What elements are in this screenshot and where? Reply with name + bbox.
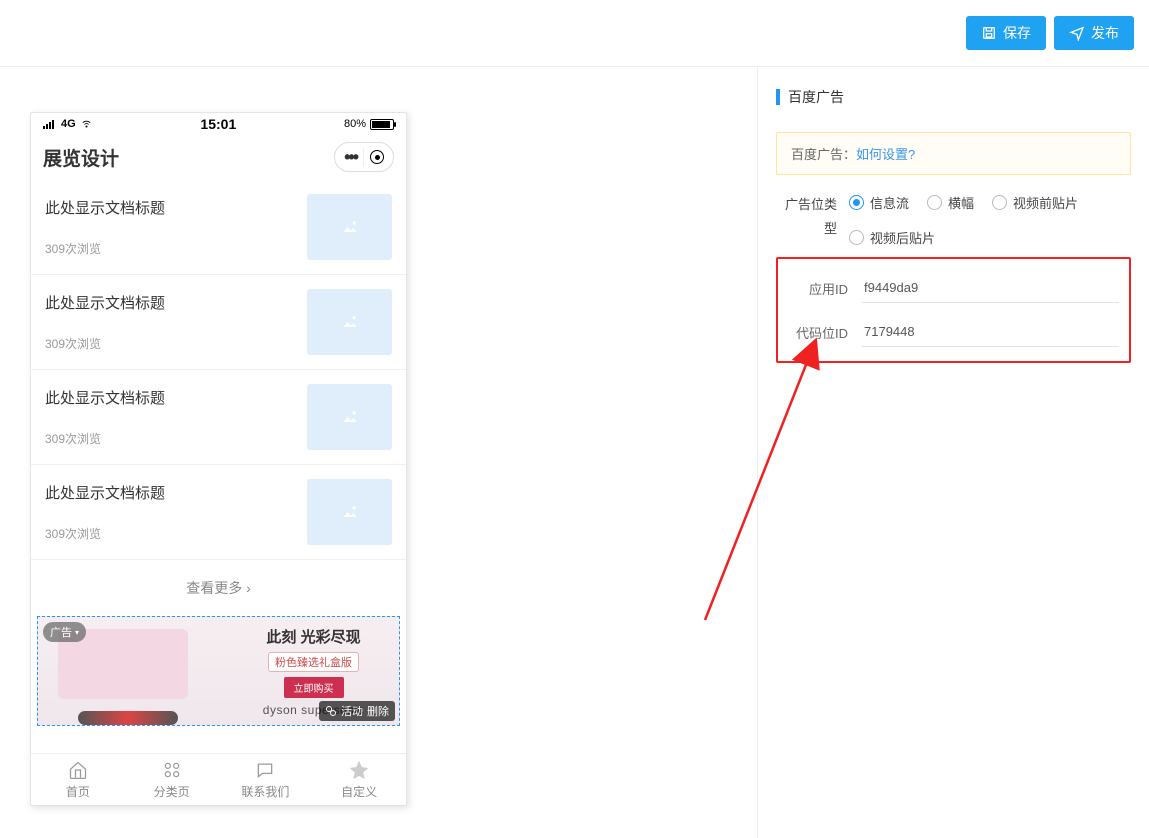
top-toolbar: 保存 发布 xyxy=(0,0,1149,67)
chevron-right-icon: › xyxy=(246,580,251,596)
send-icon xyxy=(1069,25,1085,41)
ad-block[interactable]: 广告▾ 此刻 光彩尽现 粉色臻选礼盒版 立即购买 dyson xyxy=(37,616,400,726)
radio-feed[interactable]: 信息流 xyxy=(849,193,909,212)
image-placeholder-icon xyxy=(307,194,392,260)
item-views: 309次浏览 xyxy=(45,525,293,542)
ad-type-field: 广告位类型 信息流 横幅 视频前贴片 视频后贴片 xyxy=(776,193,1131,247)
ad-cta: 立即购买 xyxy=(284,677,344,698)
tab-label: 联系我们 xyxy=(241,783,289,800)
image-placeholder-icon xyxy=(307,479,392,545)
activity-label: 活动 xyxy=(341,703,363,719)
chevron-down-icon: ▾ xyxy=(75,628,79,637)
radio-icon xyxy=(992,195,1007,210)
list-item[interactable]: 此处显示文档标题 309次浏览 xyxy=(31,369,406,464)
product-image-2 xyxy=(78,711,178,725)
chat-icon xyxy=(255,760,275,780)
tab-contact[interactable]: 联系我们 xyxy=(219,754,313,805)
item-views: 309次浏览 xyxy=(45,430,293,447)
app-id-input[interactable] xyxy=(862,273,1119,303)
phone-preview: 4G 15:01 80% 展览设计 ••• xyxy=(30,112,407,806)
radio-postroll[interactable]: 视频后贴片 xyxy=(849,228,935,247)
save-button-label: 保存 xyxy=(1003,23,1031,43)
phone-titlebar: 展览设计 ••• xyxy=(31,135,406,179)
save-button[interactable]: 保存 xyxy=(966,16,1046,50)
battery-icon xyxy=(370,119,394,130)
slot-id-input[interactable] xyxy=(862,317,1119,347)
view-more-button[interactable]: 查看更多 › xyxy=(31,559,406,616)
how-to-link[interactable]: 如何设置? xyxy=(856,147,915,162)
item-title: 此处显示文档标题 xyxy=(45,482,293,503)
publish-button-label: 发布 xyxy=(1091,23,1119,43)
signal-label: 4G xyxy=(61,118,76,130)
home-icon xyxy=(68,760,88,780)
tab-home[interactable]: 首页 xyxy=(31,754,125,805)
view-more-label: 查看更多 xyxy=(186,580,242,596)
preview-area: 4G 15:01 80% 展览设计 ••• xyxy=(0,67,757,838)
list-item[interactable]: 此处显示文档标题 309次浏览 xyxy=(31,464,406,559)
radio-icon xyxy=(849,230,864,245)
tip-prefix: 百度广告： xyxy=(791,147,856,162)
tab-label: 自定义 xyxy=(341,783,377,800)
item-title: 此处显示文档标题 xyxy=(45,197,293,218)
app-id-label: 应用ID xyxy=(788,279,862,298)
tab-label: 首页 xyxy=(66,783,90,800)
item-title: 此处显示文档标题 xyxy=(45,387,293,408)
highlight-box: 应用ID 代码位ID xyxy=(776,257,1131,363)
radio-label: 视频后贴片 xyxy=(870,228,935,247)
slot-id-label: 代码位ID xyxy=(788,323,862,342)
list-item[interactable]: 此处显示文档标题 309次浏览 xyxy=(31,274,406,369)
tip-box: 百度广告：如何设置? xyxy=(776,132,1131,175)
radio-preroll[interactable]: 视频前贴片 xyxy=(992,193,1078,212)
ad-badge: 广告▾ xyxy=(43,622,86,642)
more-icon: ••• xyxy=(344,148,357,166)
radio-label: 横幅 xyxy=(948,193,974,212)
ad-subtitle: 粉色臻选礼盒版 xyxy=(268,652,359,672)
delete-button[interactable]: 活动删除 xyxy=(319,701,395,721)
miniprogram-icon xyxy=(325,705,337,717)
item-views: 309次浏览 xyxy=(45,240,293,257)
phone-status-bar: 4G 15:01 80% xyxy=(31,113,406,135)
image-placeholder-icon xyxy=(307,384,392,450)
list-item[interactable]: 此处显示文档标题 309次浏览 xyxy=(31,179,406,274)
star-icon xyxy=(349,760,369,780)
target-icon xyxy=(370,150,384,164)
document-list: 此处显示文档标题 309次浏览 此处显示文档标题 309次浏览 xyxy=(31,179,406,753)
battery-label: 80% xyxy=(344,118,366,130)
tab-label: 分类页 xyxy=(154,783,190,800)
tab-custom[interactable]: 自定义 xyxy=(312,754,406,805)
tab-category[interactable]: 分类页 xyxy=(125,754,219,805)
radio-banner[interactable]: 横幅 xyxy=(927,193,974,212)
settings-panel: 百度广告 百度广告：如何设置? 广告位类型 信息流 横幅 视频前贴片 视频后贴片… xyxy=(757,67,1149,838)
signal-icon xyxy=(43,119,57,129)
tab-bar: 首页 分类页 联系我们 自定义 xyxy=(31,753,406,805)
ad-headline: 此刻 光彩尽现 xyxy=(266,626,360,647)
page-title: 展览设计 xyxy=(43,144,119,171)
delete-label: 删除 xyxy=(367,703,389,719)
radio-label: 视频前贴片 xyxy=(1013,193,1078,212)
radio-icon xyxy=(849,195,864,210)
ad-type-label: 广告位类型 xyxy=(776,193,849,241)
radio-label: 信息流 xyxy=(870,193,909,212)
item-title: 此处显示文档标题 xyxy=(45,292,293,313)
panel-title: 百度广告 xyxy=(776,87,1131,107)
publish-button[interactable]: 发布 xyxy=(1054,16,1134,50)
save-icon xyxy=(981,25,997,41)
image-placeholder-icon xyxy=(307,289,392,355)
wifi-icon xyxy=(80,119,93,129)
clock-label: 15:01 xyxy=(93,116,344,132)
capsule-menu[interactable]: ••• xyxy=(334,142,394,172)
item-views: 309次浏览 xyxy=(45,335,293,352)
radio-icon xyxy=(927,195,942,210)
grid-icon xyxy=(162,760,182,780)
